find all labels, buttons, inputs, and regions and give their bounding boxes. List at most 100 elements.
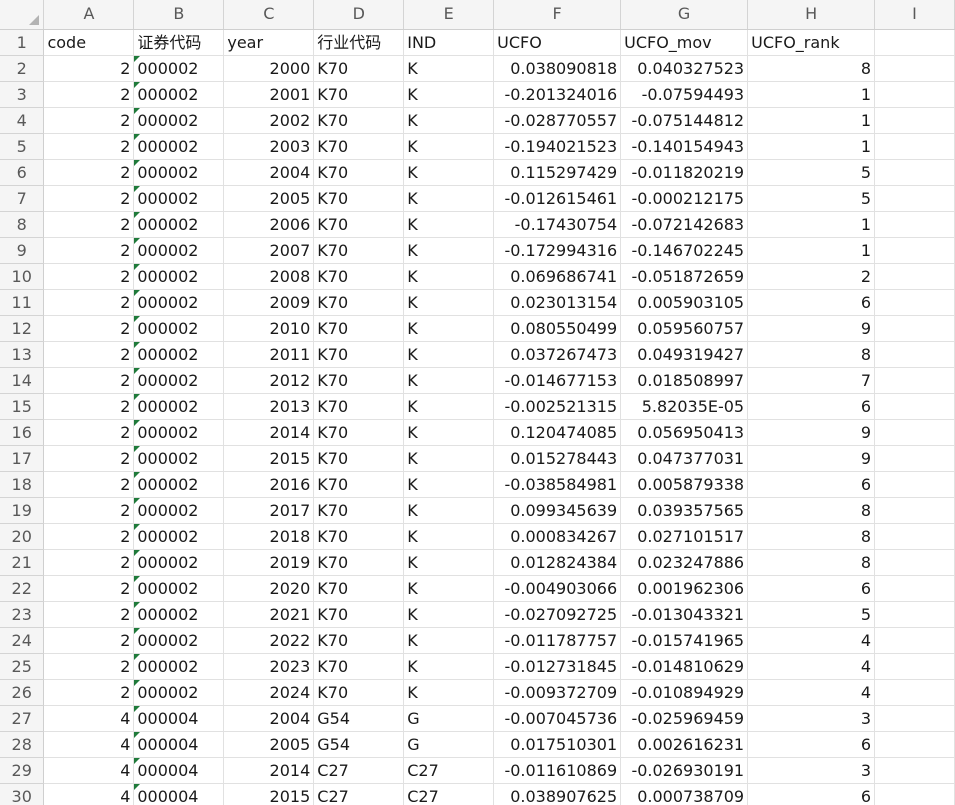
cell-empty[interactable] [874, 783, 955, 805]
cell-sec-code[interactable]: 000002 [133, 497, 225, 524]
row-header[interactable]: 26 [0, 679, 45, 706]
cell-year[interactable]: 2002 [223, 107, 315, 134]
cell-empty[interactable] [874, 107, 955, 134]
cell-ucfo-mov[interactable]: -0.025969459 [620, 705, 749, 732]
row-header[interactable]: 21 [0, 549, 45, 576]
cell-code[interactable]: 2 [43, 497, 135, 524]
column-header-g[interactable]: G [620, 0, 749, 30]
cell-ucfo[interactable]: -0.011787757 [493, 627, 622, 654]
cell-empty[interactable] [874, 237, 955, 264]
cell-empty[interactable] [874, 55, 955, 82]
cell-ind[interactable]: K [403, 445, 495, 472]
cell-sec-code[interactable]: 000002 [133, 185, 225, 212]
cell-sec-code[interactable]: 000004 [133, 705, 225, 732]
cell-ucfo[interactable]: -0.007045736 [493, 705, 622, 732]
cell-ucfo[interactable]: -0.028770557 [493, 107, 622, 134]
cell-sec-code[interactable]: 000002 [133, 107, 225, 134]
cell-code[interactable]: 2 [43, 55, 135, 82]
cell-ucfo-rank[interactable]: 9 [747, 445, 876, 472]
cell-year[interactable]: 2022 [223, 627, 315, 654]
cell-ucfo[interactable]: -0.17430754 [493, 211, 622, 238]
cell-ind[interactable]: K [403, 81, 495, 108]
cell-code[interactable]: 2 [43, 237, 135, 264]
cell-ucfo-rank[interactable]: 1 [747, 81, 876, 108]
cell-empty[interactable] [874, 211, 955, 238]
cell-empty[interactable] [874, 289, 955, 316]
cell-empty[interactable] [874, 523, 955, 550]
cell-year[interactable]: 2023 [223, 653, 315, 680]
row-header[interactable]: 30 [0, 783, 45, 805]
cell-code[interactable]: 2 [43, 341, 135, 368]
cell-empty[interactable] [874, 315, 955, 342]
cell-code[interactable]: 2 [43, 471, 135, 498]
cell-ucfo[interactable]: 0.023013154 [493, 289, 622, 316]
cell-ind[interactable]: K [403, 393, 495, 420]
cell-industry-code[interactable]: G54 [313, 731, 405, 758]
row-header[interactable]: 20 [0, 523, 45, 550]
cell-empty[interactable] [874, 263, 955, 290]
cell-ucfo[interactable]: -0.011610869 [493, 757, 622, 784]
cell-empty[interactable] [874, 29, 955, 56]
cell-sec-code[interactable]: 000002 [133, 419, 225, 446]
cell-industry-code[interactable]: K70 [313, 419, 405, 446]
cell-ind[interactable]: K [403, 159, 495, 186]
cell-sec-code[interactable]: 000002 [133, 627, 225, 654]
cell-empty[interactable] [874, 575, 955, 602]
cell-code[interactable]: 2 [43, 107, 135, 134]
cell-sec-code[interactable]: 000002 [133, 601, 225, 628]
cell-ucfo-mov[interactable]: -0.075144812 [620, 107, 749, 134]
cell-sec-code[interactable]: 000004 [133, 783, 225, 805]
cell-empty[interactable] [874, 419, 955, 446]
cell-ind[interactable]: K [403, 419, 495, 446]
cell-year[interactable]: 2014 [223, 419, 315, 446]
column-header-d[interactable]: D [313, 0, 405, 30]
column-header-h[interactable]: H [747, 0, 876, 30]
cell-year[interactable]: 2004 [223, 705, 315, 732]
cell-industry-code[interactable]: C27 [313, 757, 405, 784]
cell-ucfo-mov[interactable]: -0.010894929 [620, 679, 749, 706]
cell-ucfo-rank[interactable]: 8 [747, 341, 876, 368]
cell-empty[interactable] [874, 731, 955, 758]
row-header[interactable]: 14 [0, 367, 45, 394]
row-header[interactable]: 11 [0, 289, 45, 316]
cell-industry-code[interactable]: C27 [313, 783, 405, 805]
row-header[interactable]: 16 [0, 419, 45, 446]
cell-industry-code[interactable]: K70 [313, 445, 405, 472]
cell-ucfo-rank[interactable]: 4 [747, 653, 876, 680]
cell-ind[interactable]: K [403, 133, 495, 160]
cell-header-code[interactable]: code [43, 29, 135, 56]
cell-ucfo-rank[interactable]: 4 [747, 627, 876, 654]
cell-ucfo-rank[interactable]: 4 [747, 679, 876, 706]
cell-ind[interactable]: K [403, 627, 495, 654]
cell-year[interactable]: 2012 [223, 367, 315, 394]
cell-ucfo-rank[interactable]: 3 [747, 757, 876, 784]
column-header-a[interactable]: A [43, 0, 135, 30]
cell-empty[interactable] [874, 471, 955, 498]
cell-ucfo-rank[interactable]: 1 [747, 211, 876, 238]
cell-ucfo-mov[interactable]: -0.072142683 [620, 211, 749, 238]
cell-ucfo-mov[interactable]: 0.000738709 [620, 783, 749, 805]
cell-empty[interactable] [874, 601, 955, 628]
cell-ind[interactable]: G [403, 731, 495, 758]
cell-year[interactable]: 2005 [223, 185, 315, 212]
row-header[interactable]: 23 [0, 601, 45, 628]
cell-sec-code[interactable]: 000002 [133, 159, 225, 186]
cell-ind[interactable]: K [403, 653, 495, 680]
cell-sec-code[interactable]: 000002 [133, 471, 225, 498]
cell-ucfo-rank[interactable]: 6 [747, 471, 876, 498]
cell-code[interactable]: 2 [43, 315, 135, 342]
column-header-e[interactable]: E [403, 0, 495, 30]
cell-ucfo-mov[interactable]: 0.002616231 [620, 731, 749, 758]
cell-year[interactable]: 2015 [223, 445, 315, 472]
cell-ind[interactable]: G [403, 705, 495, 732]
cell-ind[interactable]: K [403, 315, 495, 342]
cell-ucfo[interactable]: -0.004903066 [493, 575, 622, 602]
cell-sec-code[interactable]: 000002 [133, 289, 225, 316]
cell-empty[interactable] [874, 341, 955, 368]
cell-ucfo-rank[interactable]: 7 [747, 367, 876, 394]
cell-ucfo[interactable]: 0.115297429 [493, 159, 622, 186]
cell-year[interactable]: 2008 [223, 263, 315, 290]
cell-ucfo[interactable]: 0.015278443 [493, 445, 622, 472]
cell-ind[interactable]: K [403, 679, 495, 706]
cell-sec-code[interactable]: 000002 [133, 341, 225, 368]
